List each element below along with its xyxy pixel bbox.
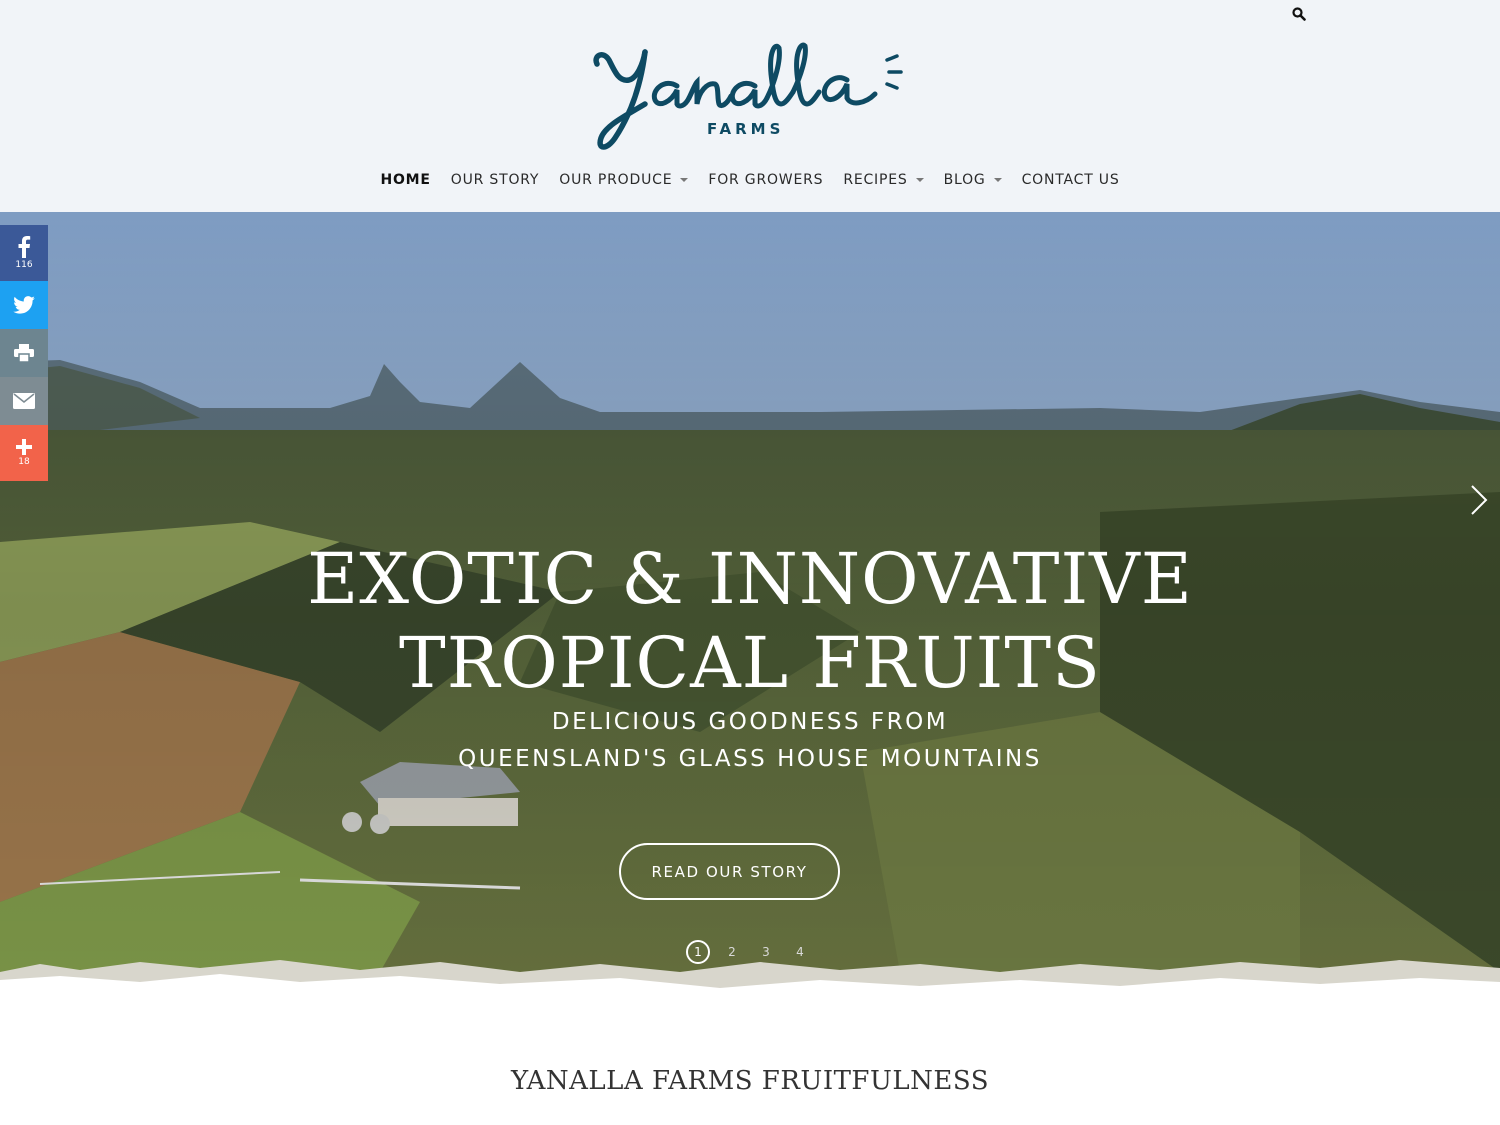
twitter-share-button[interactable] (0, 281, 48, 329)
caret-down-icon (915, 178, 924, 182)
facebook-icon (18, 236, 31, 258)
section-title: YANALLA FARMS FRUITFULNESS (510, 1066, 990, 1096)
main-navigation: HOME OUR STORY OUR PRODUCE FOR GROWERS R… (0, 168, 1500, 192)
nav-item-contact-us[interactable]: CONTACT US (1022, 168, 1120, 192)
email-icon (13, 393, 35, 409)
more-share-button[interactable]: 18 (0, 425, 48, 481)
hero-title: EXOTIC & INNOVATIVE TROPICAL FRUITS (0, 537, 1500, 705)
nav-item-for-growers[interactable]: FOR GROWERS (708, 168, 823, 192)
more-share-count: 18 (18, 457, 30, 467)
search-button[interactable] (1285, 0, 1313, 28)
hero-subtitle: DELICIOUS GOODNESS FROM QUEENSLAND'S GLA… (0, 704, 1500, 778)
site-logo[interactable]: FARMS (585, 34, 915, 158)
site-header: FARMS HOME OUR STORY OUR PRODUCE FOR GRO… (0, 0, 1500, 212)
slide-dot-2[interactable]: 2 (720, 940, 744, 964)
nav-item-our-story[interactable]: OUR STORY (451, 168, 540, 192)
slide-dot-4[interactable]: 4 (788, 940, 812, 964)
slide-dot-3[interactable]: 3 (754, 940, 778, 964)
caret-down-icon (680, 178, 689, 182)
nav-label: BLOG (943, 172, 986, 188)
logo-mark (593, 42, 903, 150)
hero-slider: EXOTIC & INNOVATIVE TROPICAL FRUITS DELI… (0, 212, 1500, 1012)
hero-subtitle-line: QUEENSLAND'S GLASS HOUSE MOUNTAINS (458, 746, 1042, 772)
plus-icon (16, 439, 32, 455)
print-button[interactable] (0, 329, 48, 377)
caret-down-icon (993, 178, 1002, 182)
nav-item-blog[interactable]: BLOG (944, 168, 1002, 192)
email-share-button[interactable] (0, 377, 48, 425)
twitter-icon (13, 296, 35, 314)
slide-pagination: 1 2 3 4 (686, 940, 812, 964)
facebook-share-count: 116 (15, 260, 33, 270)
search-icon (1292, 7, 1306, 21)
read-our-story-button[interactable]: READ OUR STORY (619, 843, 840, 900)
social-share-bar: 116 18 (0, 225, 48, 481)
next-slide-arrow-icon[interactable] (1466, 482, 1490, 518)
nav-label: FOR GROWERS (708, 172, 824, 188)
hero-subtitle-line: DELICIOUS GOODNESS FROM (551, 709, 949, 735)
nav-label: CONTACT US (1021, 172, 1120, 188)
logo-subtitle: FARMS (707, 120, 785, 138)
nav-item-recipes[interactable]: RECIPES (843, 168, 924, 192)
slide-dot-1[interactable]: 1 (686, 940, 710, 964)
nav-label: RECIPES (843, 172, 908, 188)
nav-item-home[interactable]: HOME (380, 168, 430, 192)
hero-title-line: TROPICAL FRUITS (399, 622, 1101, 704)
nav-label: OUR PRODUCE (559, 172, 673, 188)
hero-title-line: EXOTIC & INNOVATIVE (307, 538, 1193, 620)
print-icon (14, 344, 34, 362)
nav-label: HOME (380, 172, 431, 188)
facebook-share-button[interactable]: 116 (0, 225, 48, 281)
nav-item-our-produce[interactable]: OUR PRODUCE (559, 168, 689, 192)
nav-label: OUR STORY (450, 172, 540, 188)
